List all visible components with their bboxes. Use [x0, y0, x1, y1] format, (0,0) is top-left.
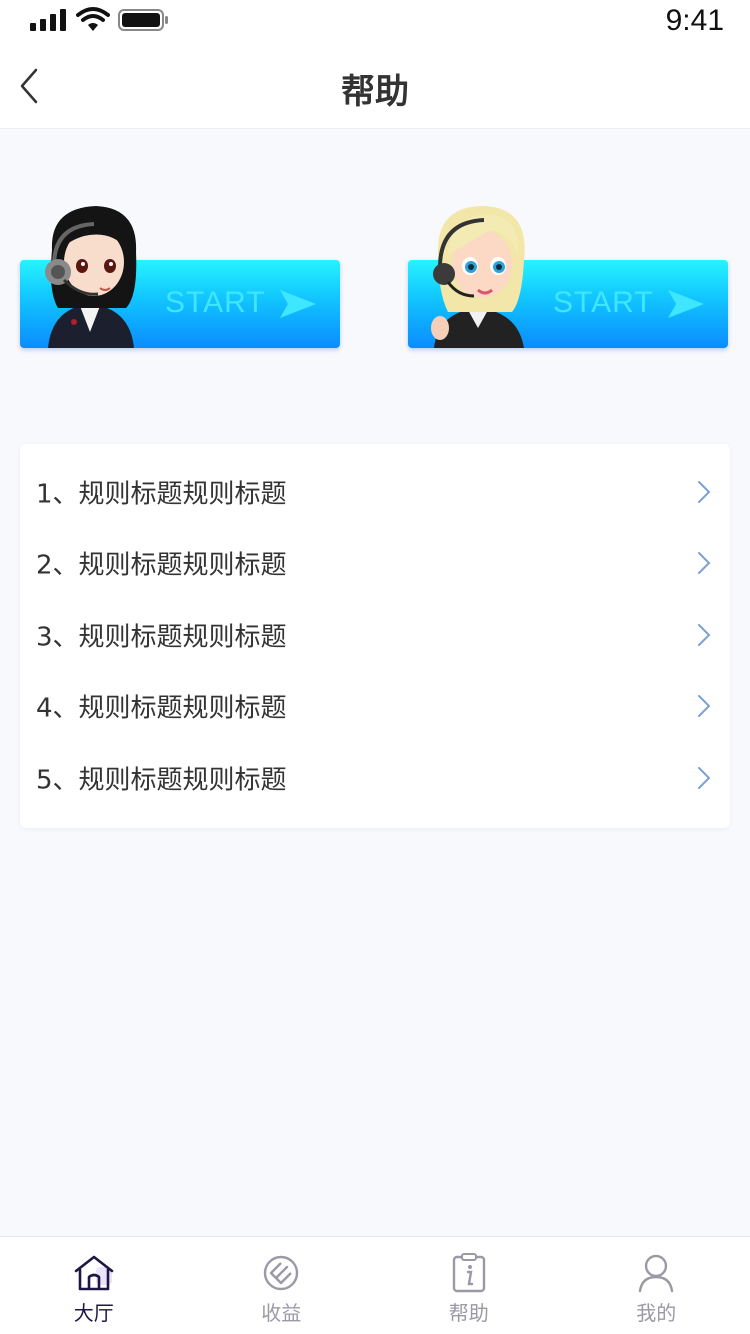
play-arrow-icon — [668, 290, 704, 318]
tab-bar: 大厅 收益 帮助 我的 — [0, 1236, 750, 1334]
chevron-right-icon — [698, 552, 711, 575]
start-card-1[interactable]: START — [20, 200, 342, 350]
chevron-right-icon — [698, 623, 711, 646]
chevron-right-icon — [698, 766, 711, 789]
status-time: 9:41 — [665, 4, 724, 37]
list-item[interactable]: 1、规则标题规则标题 — [20, 456, 730, 528]
start-card-2[interactable]: START — [408, 200, 730, 350]
tab-earnings[interactable]: 收益 — [188, 1237, 376, 1334]
rule-title: 2、规则标题规则标题 — [36, 550, 287, 581]
nav-bar: 帮助 — [0, 44, 750, 129]
list-item[interactable]: 5、规则标题规则标题 — [20, 742, 730, 814]
tab-label: 收益 — [261, 1301, 302, 1325]
blonde-agent-avatar — [431, 206, 525, 348]
rule-title: 5、规则标题规则标题 — [36, 765, 287, 796]
wifi-icon — [76, 7, 110, 31]
start-label: START — [553, 286, 654, 319]
list-item[interactable]: 3、规则标题规则标题 — [20, 599, 730, 671]
status-bar: 9:41 — [0, 0, 750, 44]
dark-hair-agent-avatar — [45, 206, 137, 348]
tab-label: 大厅 — [73, 1301, 114, 1325]
battery-icon — [118, 9, 168, 31]
rule-title: 4、规则标题规则标题 — [36, 693, 287, 724]
list-item[interactable]: 4、规则标题规则标题 — [20, 671, 730, 743]
help-info-icon — [452, 1253, 485, 1293]
page-title: 帮助 — [341, 72, 409, 112]
chevron-right-icon — [698, 480, 711, 503]
tab-hall[interactable]: 大厅 — [0, 1237, 188, 1334]
tab-label: 帮助 — [448, 1301, 489, 1325]
list-item[interactable]: 2、规则标题规则标题 — [20, 528, 730, 600]
start-label: START — [165, 286, 266, 319]
chevron-right-icon — [698, 695, 711, 718]
tab-help[interactable]: 帮助 — [375, 1237, 563, 1334]
profile-icon — [639, 1254, 674, 1293]
tab-label: 我的 — [636, 1301, 677, 1325]
play-arrow-icon — [280, 290, 316, 318]
earnings-icon — [264, 1255, 299, 1291]
tab-mine[interactable]: 我的 — [563, 1237, 750, 1334]
rule-title: 1、规则标题规则标题 — [36, 479, 287, 510]
cellular-signal-icon — [30, 9, 66, 31]
rules-list: 1、规则标题规则标题 2、规则标题规则标题 3、规则标题规则标题 4、规则标题规… — [20, 444, 730, 828]
rule-title: 3、规则标题规则标题 — [36, 622, 287, 653]
home-icon — [74, 1255, 114, 1291]
help-page: 9:41 帮助 START START 1、规则标题规则标题 2、规则标题规则标… — [0, 0, 750, 1334]
